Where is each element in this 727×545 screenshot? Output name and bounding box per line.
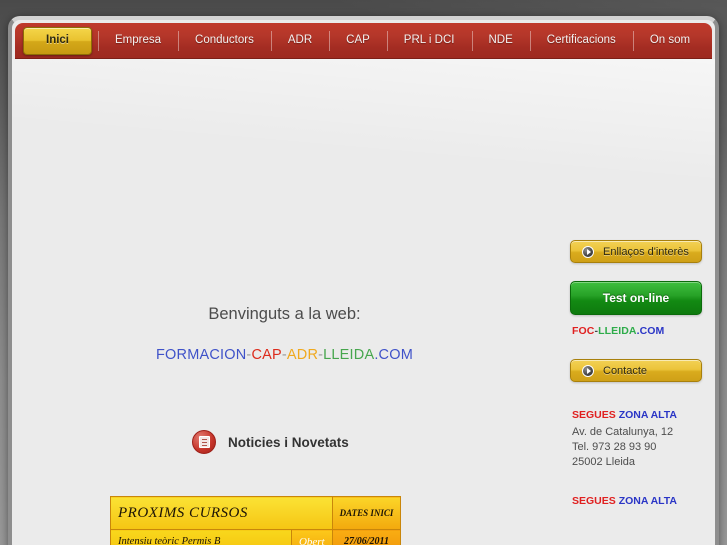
news-link[interactable]: Noticies i Novetats [192,430,349,454]
nav-item-adr[interactable]: ADR [270,23,329,59]
foc-segment-lleida: LLEIDA [598,325,637,337]
address-title-segues: SEGUES [572,495,616,507]
play-circle-icon [582,364,594,377]
content-area: Benvinguts a la web: FORMACION-CAP-ADR-L… [12,59,715,545]
nav-label: PRL i DCI [403,33,455,46]
page-title: Benvinguts a la web: [208,305,361,323]
contact-button[interactable]: Contacte [570,359,702,382]
right-sidebar: Enllaços d'interès Test on-line FOC-LLEI… [557,59,715,545]
nav-label: Inici [46,33,70,46]
address-title: SEGUES ZONA ALTA [572,408,715,423]
url-segment-adr: ADR [286,347,319,363]
address-title: SEGUES ZONA ALTA [572,494,715,509]
courses-table-dates-header: DATES INICI [331,496,402,530]
course-name: Intensiu teòric Permis B [110,529,292,545]
nav-label: NDE [488,33,513,46]
nav-label: ADR [287,33,313,46]
nav-item-empresa[interactable]: Empresa [98,23,178,59]
nav-item-inici[interactable]: Inici [23,26,93,55]
address-city: 25002 Lleida [572,456,636,468]
nav-item-conductors[interactable]: Conductors [178,23,271,59]
nav-label: Conductors [195,33,254,46]
table-row[interactable]: Intensiu teòric Permis B Obert 27/06/201… [110,529,402,545]
url-segment-cap: CAP [251,347,282,363]
url-segment-formacion: FORMACION [156,347,247,363]
play-circle-icon [582,245,594,258]
course-state: Obert [290,529,333,545]
news-label: Noticies i Novetats [228,434,349,450]
main-column: Benvinguts a la web: FORMACION-CAP-ADR-L… [12,59,557,545]
nav-label: On som [649,33,691,46]
nav-item-nde[interactable]: NDE [471,23,530,59]
nav-label: Empresa [115,33,162,46]
nav-item-certificacions[interactable]: Certificacions [529,23,633,59]
address-title-zona: ZONA ALTA [618,495,678,507]
foc-segment-com: .COM [636,325,665,337]
nav-item-cap[interactable]: CAP [329,23,387,59]
site-url-link[interactable]: FORMACION-CAP-ADR-LLEIDA.COM [12,347,557,363]
address-phone: Tel. 973 28 93 90 [572,441,657,453]
test-online-label: Test on-line [602,291,670,305]
courses-table-title: PROXIMS CURSOS [110,496,333,530]
course-date: 27/06/2011 [331,529,402,545]
foc-segment-foc: FOC [572,325,595,337]
url-segment-lleida: LLEIDA [323,347,375,363]
nav-label: Certificacions [546,33,616,46]
address-title-segues: SEGUES [572,409,616,421]
contact-label: Contacte [603,364,648,377]
foc-lleida-link[interactable]: FOC-LLEIDA.COM [572,325,715,337]
address-street: Av. de Catalunya, 12 [572,426,674,438]
main-navigation: Inici Empresa Conductors ADR CAP PRL i D… [15,23,712,59]
news-document-icon [192,430,216,454]
nav-label: CAP [346,33,370,46]
nav-item-on-som[interactable]: On som [632,23,707,59]
nav-item-prl-i-dci[interactable]: PRL i DCI [386,23,472,59]
address-block-1: SEGUES ZONA ALTA Av. de Catalunya, 12 Te… [572,408,715,470]
upcoming-courses-table: PROXIMS CURSOS DATES INICI Intensiu teòr… [110,496,402,545]
address-block-2: SEGUES ZONA ALTA [572,494,715,509]
address-title-zona: ZONA ALTA [618,409,678,421]
url-segment-com: .COM [374,347,413,363]
table-header-row: PROXIMS CURSOS DATES INICI [110,496,402,530]
page-container: Inici Empresa Conductors ADR CAP PRL i D… [8,16,719,545]
test-online-button[interactable]: Test on-line [570,281,702,315]
links-of-interest-label: Enllaços d'interès [603,245,689,258]
links-of-interest-button[interactable]: Enllaços d'interès [570,240,702,263]
